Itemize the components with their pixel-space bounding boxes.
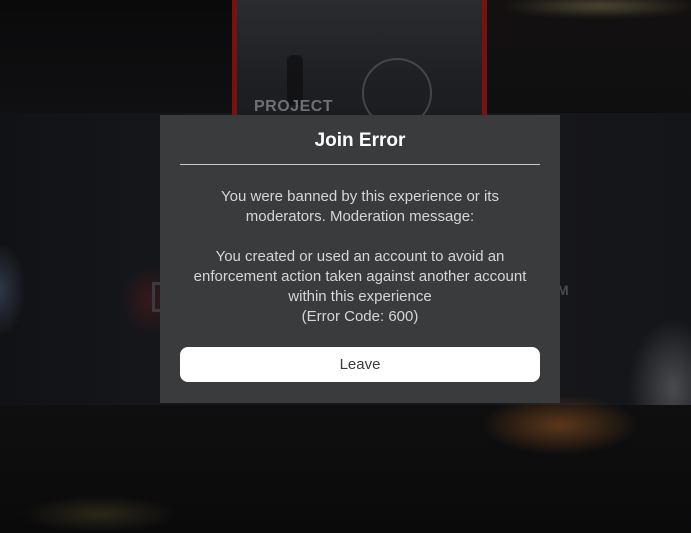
background-light: [20, 495, 180, 533]
dialog-message: You were banned by this experience or it…: [193, 188, 527, 325]
dialog-divider: [180, 164, 540, 165]
background-light: [480, 395, 640, 455]
dialog-title: Join Error: [314, 130, 406, 151]
join-error-dialog: Join Error You were banned by this exper…: [160, 115, 560, 403]
poster-label: PROJECT: [254, 98, 334, 115]
background-glow: [500, 0, 691, 18]
background-region: [0, 0, 232, 113]
background-light: [0, 245, 24, 335]
game-screen: PROJECT M Join Error You were banned by …: [0, 0, 691, 533]
leave-button[interactable]: Leave: [180, 347, 540, 382]
